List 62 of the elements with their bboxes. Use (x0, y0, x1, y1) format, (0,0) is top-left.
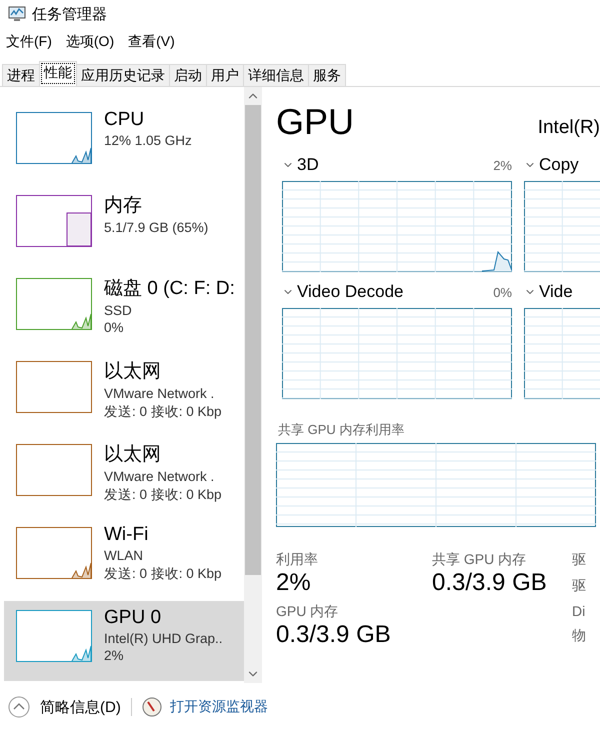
sidebar-item[interactable]: CPU 12% 1.05 GHz (4, 103, 244, 183)
tab[interactable]: 启动 (169, 64, 207, 86)
stat-label: GPU 内存 (276, 603, 340, 621)
collapse-icon (8, 696, 30, 718)
stat-value: 0.3/3.9 GB (276, 621, 392, 649)
stat-value: 0.3/3.9 GB (432, 569, 548, 597)
item-detail: 发送: 0 接收: 0 Kbp (104, 565, 222, 583)
item-detail: 2% (104, 648, 125, 663)
summary-button[interactable]: 简略信息(D) (8, 696, 121, 718)
gauge-icon (142, 697, 162, 717)
monitor-icon (8, 6, 26, 22)
gpu-model: Intel(R) (538, 117, 600, 139)
item-name: 以太网 (104, 360, 162, 384)
stat-label: 共享 GPU 内存 (432, 551, 528, 569)
sidebar-item[interactable]: GPU 0 Intel(R) UHD Grap.. 2% (4, 601, 244, 681)
item-name: Wi-Fi (104, 524, 150, 546)
item-detail: SSD (104, 303, 133, 318)
scrollbar-thumb[interactable] (245, 105, 261, 575)
menu-item[interactable]: 文件(F) (6, 33, 52, 51)
sidebar-item[interactable]: 磁盘 0 (C: F: D: SSD 0% (4, 269, 244, 349)
tab[interactable]: 服务 (308, 64, 346, 86)
tab[interactable]: 详细信息 (243, 64, 309, 86)
gpu-heading: GPU (276, 101, 354, 143)
item-name: GPU 0 (104, 607, 162, 629)
item-detail: WLAN (104, 548, 144, 563)
info-label: 驱 (572, 551, 586, 569)
item-detail: VMware Network . (104, 386, 216, 401)
item-name: 以太网 (104, 443, 162, 467)
window-title: 任务管理器 (32, 4, 107, 24)
info-label: 物 (572, 627, 586, 645)
item-name: CPU (104, 109, 146, 131)
sidebar-item[interactable]: 内存 5.1/7.9 GB (65%) (4, 186, 244, 266)
sidebar-item[interactable]: 以太网 VMware Network . 发送: 0 接收: 0 Kbp (4, 435, 244, 515)
menu-item[interactable]: 查看(V) (128, 33, 175, 51)
engine-selector[interactable]: Copy (524, 155, 579, 175)
item-detail: 发送: 0 接收: 0 Kbp (104, 403, 222, 421)
engine-percent: 0% (493, 284, 512, 300)
sidebar-item[interactable]: Wi-Fi WLAN 发送: 0 接收: 0 Kbp (4, 518, 244, 598)
item-name: 内存 (104, 194, 143, 218)
stat-label: 利用率 (276, 551, 319, 569)
engine-selector[interactable]: Vide (524, 282, 573, 302)
tab[interactable]: 用户 (206, 64, 244, 86)
engine-percent: 2% (493, 158, 512, 172)
item-detail: 发送: 0 接收: 0 Kbp (104, 486, 222, 504)
engine-selector[interactable]: 3D (282, 155, 319, 175)
item-detail: 12% 1.05 GHz (104, 133, 192, 148)
info-label: 驱 (572, 577, 586, 595)
tab[interactable]: 性能 (39, 61, 77, 86)
info-label: Di (572, 603, 586, 619)
resource-monitor-link[interactable]: 打开资源监视器 (142, 697, 268, 717)
item-detail: 5.1/7.9 GB (65%) (104, 220, 208, 235)
engine-selector[interactable]: Video Decode (282, 282, 404, 302)
sidebar-item[interactable]: 以太网 VMware Network . 发送: 0 接收: 0 Kbp (4, 352, 244, 432)
menu-item[interactable]: 选项(O) (66, 33, 114, 51)
chart-label: 共享 GPU 内存利用率 (278, 421, 406, 439)
tab[interactable]: 进程 (2, 64, 40, 86)
item-detail: 0% (104, 320, 125, 335)
tab[interactable]: 应用历史记录 (76, 64, 170, 86)
stat-value: 2% (276, 569, 312, 597)
item-detail: VMware Network . (104, 469, 216, 484)
item-name: 磁盘 0 (C: F: D: (104, 277, 235, 301)
item-detail: Intel(R) UHD Grap.. (104, 631, 223, 646)
